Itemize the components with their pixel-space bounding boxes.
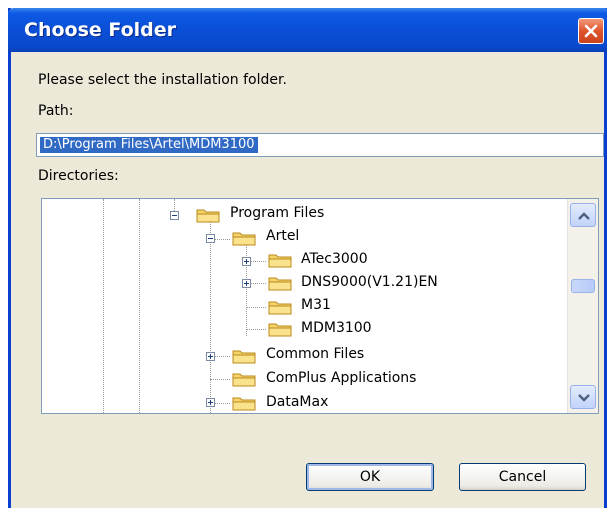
tree-item-label: Common Files: [266, 346, 365, 362]
ok-button[interactable]: OK: [306, 463, 434, 491]
scroll-down-button[interactable]: [570, 385, 596, 409]
tree-item-label: M31: [301, 297, 331, 313]
folder-icon: [268, 301, 292, 315]
folder-icon: [196, 209, 220, 223]
close-icon: [584, 24, 598, 38]
scroll-up-button[interactable]: [570, 203, 596, 227]
tree-item-label: Program Files: [230, 205, 325, 221]
tree-item-label: DataMax: [266, 394, 329, 410]
tree-guide-line: [139, 199, 140, 413]
title-bar[interactable]: Choose Folder: [8, 8, 607, 52]
scroll-up-icon: [578, 212, 590, 220]
expand-toggle[interactable]: [206, 398, 215, 407]
scroll-down-icon: [578, 394, 590, 402]
folder-icon: [232, 373, 256, 387]
close-button[interactable]: [578, 18, 604, 44]
tree-guide-line: [103, 199, 104, 413]
directory-tree[interactable]: Program Files Artel ATec3000 DNS9000(V1.…: [41, 198, 599, 414]
tree-item-label: Artel: [266, 228, 300, 244]
folder-icon: [232, 350, 256, 364]
tree-connector: [246, 329, 266, 330]
folder-icon: [268, 323, 292, 337]
tree-item-label: MDM3100: [301, 320, 372, 336]
tree-connector: [246, 307, 266, 308]
tree-item-label: DNS9000(V1.21)EN: [301, 274, 438, 290]
cancel-button[interactable]: Cancel: [459, 463, 586, 491]
tree-guide-line: [210, 219, 211, 413]
path-value: D:\Program Files\Artel\MDM3100: [40, 137, 258, 153]
tree-guide-line: [246, 241, 247, 336]
tree-connector: [210, 379, 230, 380]
expand-toggle[interactable]: [242, 279, 251, 288]
scroll-thumb[interactable]: [571, 279, 595, 293]
directories-label: Directories:: [38, 168, 119, 184]
folder-icon: [232, 232, 256, 246]
folder-icon: [268, 277, 292, 291]
collapse-toggle[interactable]: [170, 211, 179, 220]
choose-folder-dialog: Choose Folder Please select the installa…: [8, 8, 607, 508]
expand-toggle[interactable]: [242, 257, 251, 266]
window-title: Choose Folder: [24, 19, 177, 41]
collapse-toggle[interactable]: [206, 234, 215, 243]
folder-icon: [268, 254, 292, 268]
expand-toggle[interactable]: [206, 352, 215, 361]
tree-item-label: ATec3000: [301, 251, 368, 267]
path-label: Path:: [38, 103, 74, 119]
tree-item-label: ComPlus Applications: [266, 370, 417, 386]
instruction-text: Please select the installation folder.: [38, 72, 287, 88]
path-input[interactable]: D:\Program Files\Artel\MDM3100: [36, 133, 604, 157]
vertical-scrollbar[interactable]: [567, 199, 598, 413]
folder-icon: [232, 397, 256, 411]
